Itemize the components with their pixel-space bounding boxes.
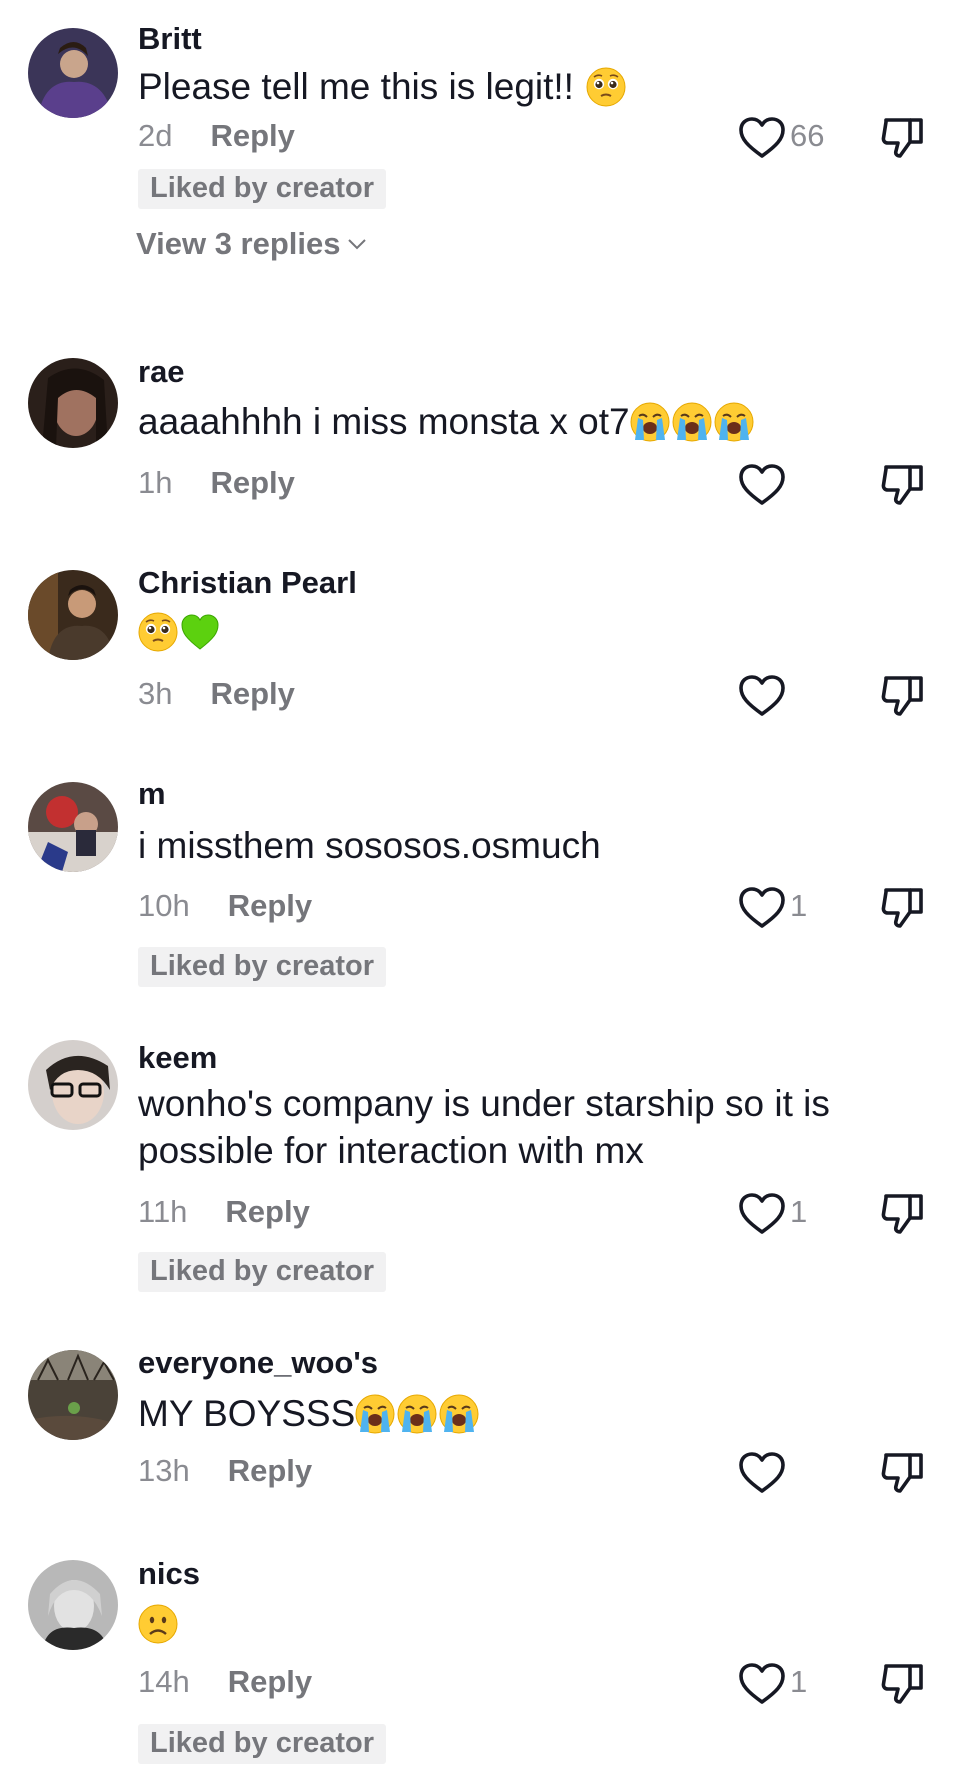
avatar[interactable] <box>28 1560 118 1650</box>
liked-by-creator-badge: Liked by creator <box>138 169 387 209</box>
comment-username[interactable]: keem <box>138 1040 217 1076</box>
comment-text-content: aaaahhhh i miss monsta x ot7 <box>138 401 630 442</box>
comment-text: Please tell me this is legit!! <box>138 63 928 110</box>
comment-time: 11h <box>138 1194 188 1229</box>
thumbs-down-icon[interactable] <box>880 1662 926 1706</box>
comment-text: MY BOYSSS <box>138 1390 928 1437</box>
like-count: 1 <box>790 1194 808 1229</box>
thumbs-down-icon[interactable] <box>880 674 926 718</box>
heart-outline-icon[interactable] <box>738 463 786 507</box>
comment-username[interactable]: m <box>138 776 166 812</box>
reply-button[interactable]: Reply <box>228 888 312 924</box>
comment-text: i missthem sososos.osmuch <box>138 825 601 866</box>
avatar[interactable] <box>28 358 118 448</box>
heart-outline-icon[interactable] <box>738 1192 786 1236</box>
comment-meta: 2d Reply <box>138 118 295 154</box>
comment-time: 1h <box>138 465 173 500</box>
thumbs-down-icon[interactable] <box>880 1192 926 1236</box>
frowning-face-emoji <box>138 1604 178 1644</box>
crying-face-emoji <box>439 1394 479 1434</box>
comment-text-content: Please tell me this is legit!! <box>138 66 574 107</box>
comment-username[interactable]: Christian Pearl <box>138 565 357 601</box>
comment-time: 14h <box>138 1664 190 1699</box>
thumbs-down-icon[interactable] <box>880 463 926 507</box>
comment-username[interactable]: nics <box>138 1556 200 1592</box>
comment-username[interactable]: rae <box>138 354 185 390</box>
avatar[interactable] <box>28 782 118 872</box>
chevron-down-icon <box>347 239 366 250</box>
heart-outline-icon[interactable] <box>738 674 786 718</box>
comment-text: wonho's company is under starship so it … <box>138 1083 841 1171</box>
heart-outline-icon[interactable] <box>738 886 786 930</box>
thumbs-down-icon[interactable] <box>880 886 926 930</box>
liked-by-creator-badge: Liked by creator <box>138 947 387 987</box>
comment-time: 13h <box>138 1453 190 1488</box>
comment-username[interactable]: everyone_woo's <box>138 1345 378 1381</box>
comment-text <box>138 1600 928 1647</box>
like-count: 66 <box>790 118 825 153</box>
reply-button[interactable]: Reply <box>210 465 294 501</box>
comment-time: 10h <box>138 888 190 923</box>
pleading-face-emoji <box>138 612 178 652</box>
view-replies-button[interactable]: View 3 replies <box>136 226 367 262</box>
comment-time: 3h <box>138 676 173 711</box>
comment-meta: 11h Reply <box>138 1194 310 1230</box>
comment-time: 2d <box>138 118 173 153</box>
view-replies-label: View 3 replies <box>136 226 341 261</box>
avatar[interactable] <box>28 1350 118 1440</box>
liked-by-creator-badge: Liked by creator <box>138 1724 387 1764</box>
heart-outline-icon[interactable] <box>738 116 786 160</box>
like-count: 1 <box>790 1664 808 1699</box>
thumbs-down-icon[interactable] <box>880 116 926 160</box>
comment-meta: 3h Reply <box>138 676 295 712</box>
avatar[interactable] <box>28 570 118 660</box>
comment-meta: 1h Reply <box>138 465 295 501</box>
comment-text-content: MY BOYSSS <box>138 1393 356 1434</box>
comment-text <box>138 608 928 655</box>
crying-face-emoji <box>397 1394 437 1434</box>
comment-meta: 14h Reply <box>138 1664 312 1700</box>
avatar[interactable] <box>28 1040 118 1130</box>
liked-by-creator-badge: Liked by creator <box>138 1252 387 1292</box>
crying-face-emoji <box>355 1394 395 1434</box>
heart-outline-icon[interactable] <box>738 1662 786 1706</box>
comment-meta: 10h Reply <box>138 888 312 924</box>
green-heart-emoji <box>180 612 220 652</box>
heart-outline-icon[interactable] <box>738 1451 786 1495</box>
thumbs-down-icon[interactable] <box>880 1451 926 1495</box>
reply-button[interactable]: Reply <box>225 1194 309 1230</box>
comment-username[interactable]: Britt <box>138 21 202 57</box>
comment-text: aaaahhhh i miss monsta x ot7 <box>138 398 928 445</box>
crying-face-emoji <box>714 402 754 442</box>
reply-button[interactable]: Reply <box>210 676 294 712</box>
avatar[interactable] <box>28 28 118 118</box>
crying-face-emoji <box>630 402 670 442</box>
crying-face-emoji <box>672 402 712 442</box>
like-count: 1 <box>790 888 808 923</box>
pleading-face-emoji <box>586 67 626 107</box>
reply-button[interactable]: Reply <box>228 1453 312 1489</box>
comment-meta: 13h Reply <box>138 1453 312 1489</box>
reply-button[interactable]: Reply <box>228 1664 312 1700</box>
reply-button[interactable]: Reply <box>210 118 294 154</box>
